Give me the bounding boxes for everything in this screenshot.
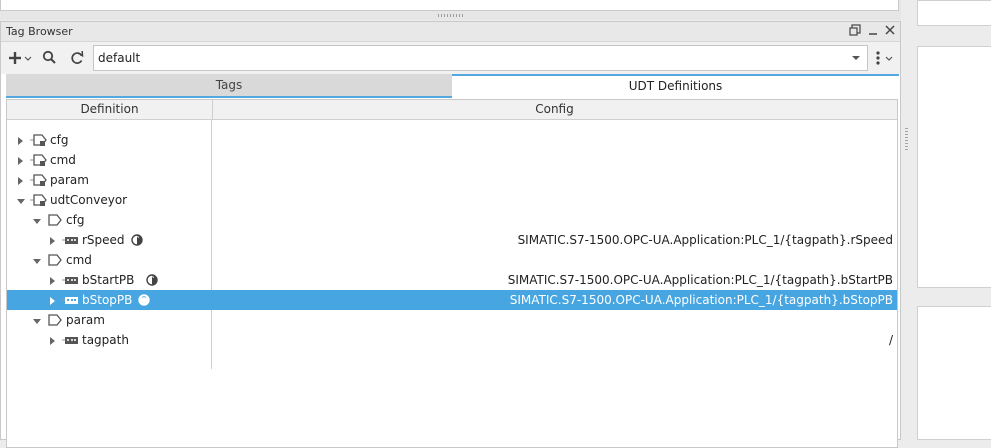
expanded-arrow-icon[interactable] (32, 315, 41, 325)
folder-tag-icon (46, 313, 64, 327)
collapsed-arrow-icon[interactable] (48, 235, 57, 245)
tree-row[interactable]: bStartPB SIMATIC.S7-1500.OPC-UA.Applicati… (7, 270, 897, 290)
opc-tag-icon (62, 233, 80, 247)
expanded-arrow-icon[interactable] (16, 195, 25, 205)
collapsed-arrow-icon[interactable] (16, 155, 25, 165)
udt-definition-table: Definition Config cfg cmd param udtConveyor… (6, 99, 898, 448)
tree-row[interactable]: udtConveyor (7, 190, 897, 210)
tag-provider-value: default (98, 51, 141, 65)
opc-binding-icon (131, 234, 143, 246)
tag-browser-panel: Tag Browser default Tags UDT Definitions… (0, 21, 901, 448)
splitter-grip[interactable] (438, 14, 464, 17)
udt-folder-icon (30, 173, 48, 187)
panel-title: Tag Browser (6, 25, 73, 38)
collapsed-arrow-icon[interactable] (48, 295, 57, 305)
tree-row[interactable]: rSpeed SIMATIC.S7-1500.OPC-UA.Application… (7, 230, 897, 250)
tag-name: rSpeed (82, 233, 125, 247)
expanded-arrow-icon[interactable] (32, 215, 41, 225)
magnifier-icon[interactable] (41, 48, 59, 68)
config-value: SIMATIC.S7-1500.OPC-UA.Application:PLC_1… (507, 273, 893, 287)
tree-row[interactable]: tagpath / (7, 330, 897, 350)
tag-name: tagpath (82, 333, 129, 347)
tag-name: cfg (66, 213, 85, 227)
tab-udt-definitions[interactable]: UDT Definitions (452, 74, 899, 98)
folder-tag-icon (46, 213, 64, 227)
toolbar: default (1, 42, 900, 74)
opc-binding-icon (145, 274, 158, 286)
right-panel-top (917, 0, 991, 26)
chevron-down-icon[interactable] (850, 52, 862, 67)
tree-row[interactable]: cmd (7, 250, 897, 270)
restore-icon[interactable] (848, 23, 864, 39)
tag-name: cmd (66, 253, 92, 267)
collapsed-arrow-icon[interactable] (16, 135, 25, 145)
config-value: SIMATIC.S7-1500.OPC-UA.Application:PLC_1… (509, 293, 893, 307)
collapsed-arrow-icon[interactable] (48, 275, 57, 285)
tree-row[interactable]: param (7, 310, 897, 330)
expanded-arrow-icon[interactable] (32, 255, 41, 265)
table-header: Definition Config (7, 100, 897, 120)
collapsed-arrow-icon[interactable] (48, 335, 57, 345)
right-panel-middle (917, 46, 991, 288)
udt-folder-icon (30, 153, 48, 167)
column-header-config[interactable]: Config (212, 100, 897, 119)
tab-bar: Tags UDT Definitions (6, 74, 899, 98)
opc-tag-icon (62, 333, 80, 347)
tree-row[interactable]: cfg (7, 130, 897, 150)
upper-panel (0, 0, 899, 11)
tag-name: udtConveyor (50, 193, 128, 207)
tree-row[interactable]: bStopPB SIMATIC.S7-1500.OPC-UA.Applicatio… (7, 290, 897, 310)
upper-panel-edge (0, 0, 901, 20)
splitter-grip-vertical[interactable] (905, 128, 908, 150)
tag-name: bStartPB (82, 273, 135, 287)
add-tag-button[interactable] (7, 48, 33, 68)
folder-tag-icon (46, 253, 64, 267)
close-icon[interactable] (883, 23, 899, 39)
tag-name: bStopPB (82, 293, 133, 307)
panel-title-bar: Tag Browser (1, 22, 900, 42)
tree-row[interactable]: cmd (7, 150, 897, 170)
tag-provider-select[interactable]: default (93, 45, 868, 71)
tag-name: cfg (50, 133, 69, 147)
tree-row[interactable]: cfg (7, 210, 897, 230)
right-side-panels (917, 0, 991, 440)
minimize-icon[interactable] (866, 23, 882, 39)
udt-folder-icon (30, 193, 48, 207)
kebab-menu-button[interactable] (873, 48, 897, 68)
tab-tags[interactable]: Tags (6, 74, 452, 98)
config-value: / (888, 333, 893, 347)
config-value: SIMATIC.S7-1500.OPC-UA.Application:PLC_1… (517, 233, 893, 247)
tree-row[interactable]: param (7, 170, 897, 190)
refresh-icon[interactable] (68, 48, 86, 68)
tag-name: param (50, 173, 89, 187)
opc-binding-icon (138, 294, 151, 306)
opc-tag-icon (62, 293, 80, 307)
udt-folder-icon (30, 133, 48, 147)
column-header-definition[interactable]: Definition (7, 100, 213, 119)
tag-name: param (66, 313, 105, 327)
right-panel-bottom (917, 306, 991, 440)
collapsed-arrow-icon[interactable] (16, 175, 25, 185)
tag-name: cmd (50, 153, 76, 167)
panel-splitter[interactable] (901, 0, 917, 440)
opc-tag-icon (62, 273, 80, 287)
